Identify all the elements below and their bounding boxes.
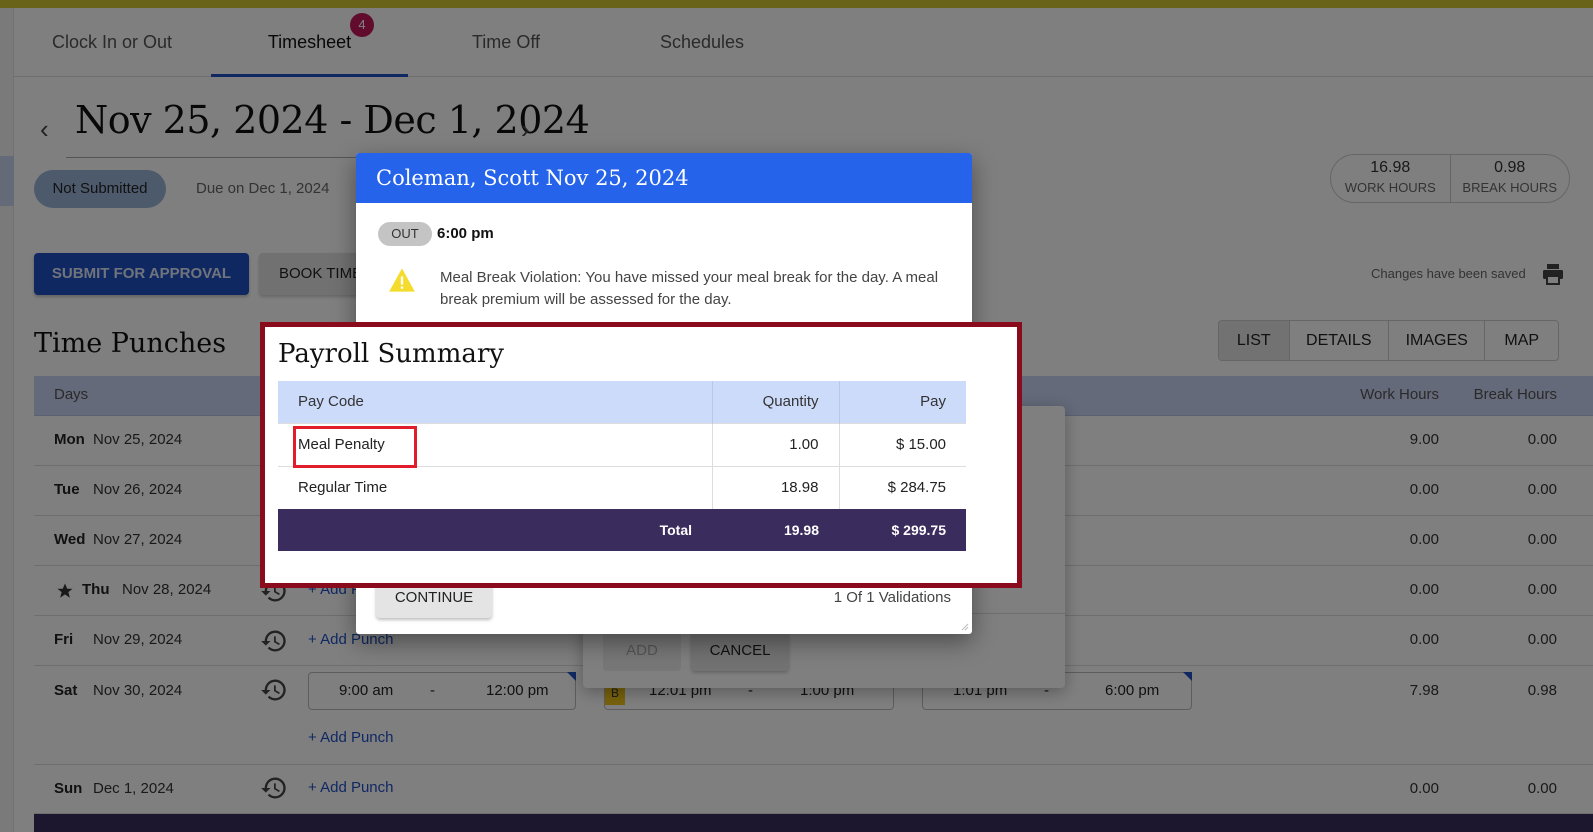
col-pay: Pay [839,381,966,423]
payroll-total-row: Total 19.98 $ 299.75 [278,509,966,551]
total-pay: $ 299.75 [839,509,966,551]
payroll-row: Meal Penalty 1.00 $ 15.00 [278,422,966,466]
quantity-cell: 1.00 [712,422,840,466]
payroll-header-row: Pay Code Quantity Pay [278,381,966,423]
payroll-summary-title: Payroll Summary [278,339,504,369]
modal-title: Coleman, Scott Nov 25, 2024 [356,153,972,203]
warning-icon [389,268,415,292]
payroll-table: Pay Code Quantity Pay Meal Penalty 1.00 … [278,381,966,551]
payroll-summary-panel: Payroll Summary Pay Code Quantity Pay Me… [260,322,1022,588]
warning-message: Meal Break Violation: You have missed yo… [440,269,939,308]
validation-count: 1 Of 1 Validations [833,589,951,606]
punch-time: 6:00 pm [437,225,494,242]
col-quantity: Quantity [712,381,840,423]
col-pay-code: Pay Code [278,381,713,423]
pay-code-cell: Meal Penalty [278,422,713,466]
total-label: Total [278,509,712,551]
total-quantity: 19.98 [712,509,839,551]
pay-cell: $ 284.75 [839,465,966,509]
pay-code-cell: Regular Time [278,465,713,509]
punch-type-badge: OUT [378,222,432,246]
payroll-row: Regular Time 18.98 $ 284.75 [278,465,966,509]
resize-handle-icon[interactable] [959,621,969,631]
quantity-cell: 18.98 [712,465,840,509]
pay-cell: $ 15.00 [839,422,966,466]
